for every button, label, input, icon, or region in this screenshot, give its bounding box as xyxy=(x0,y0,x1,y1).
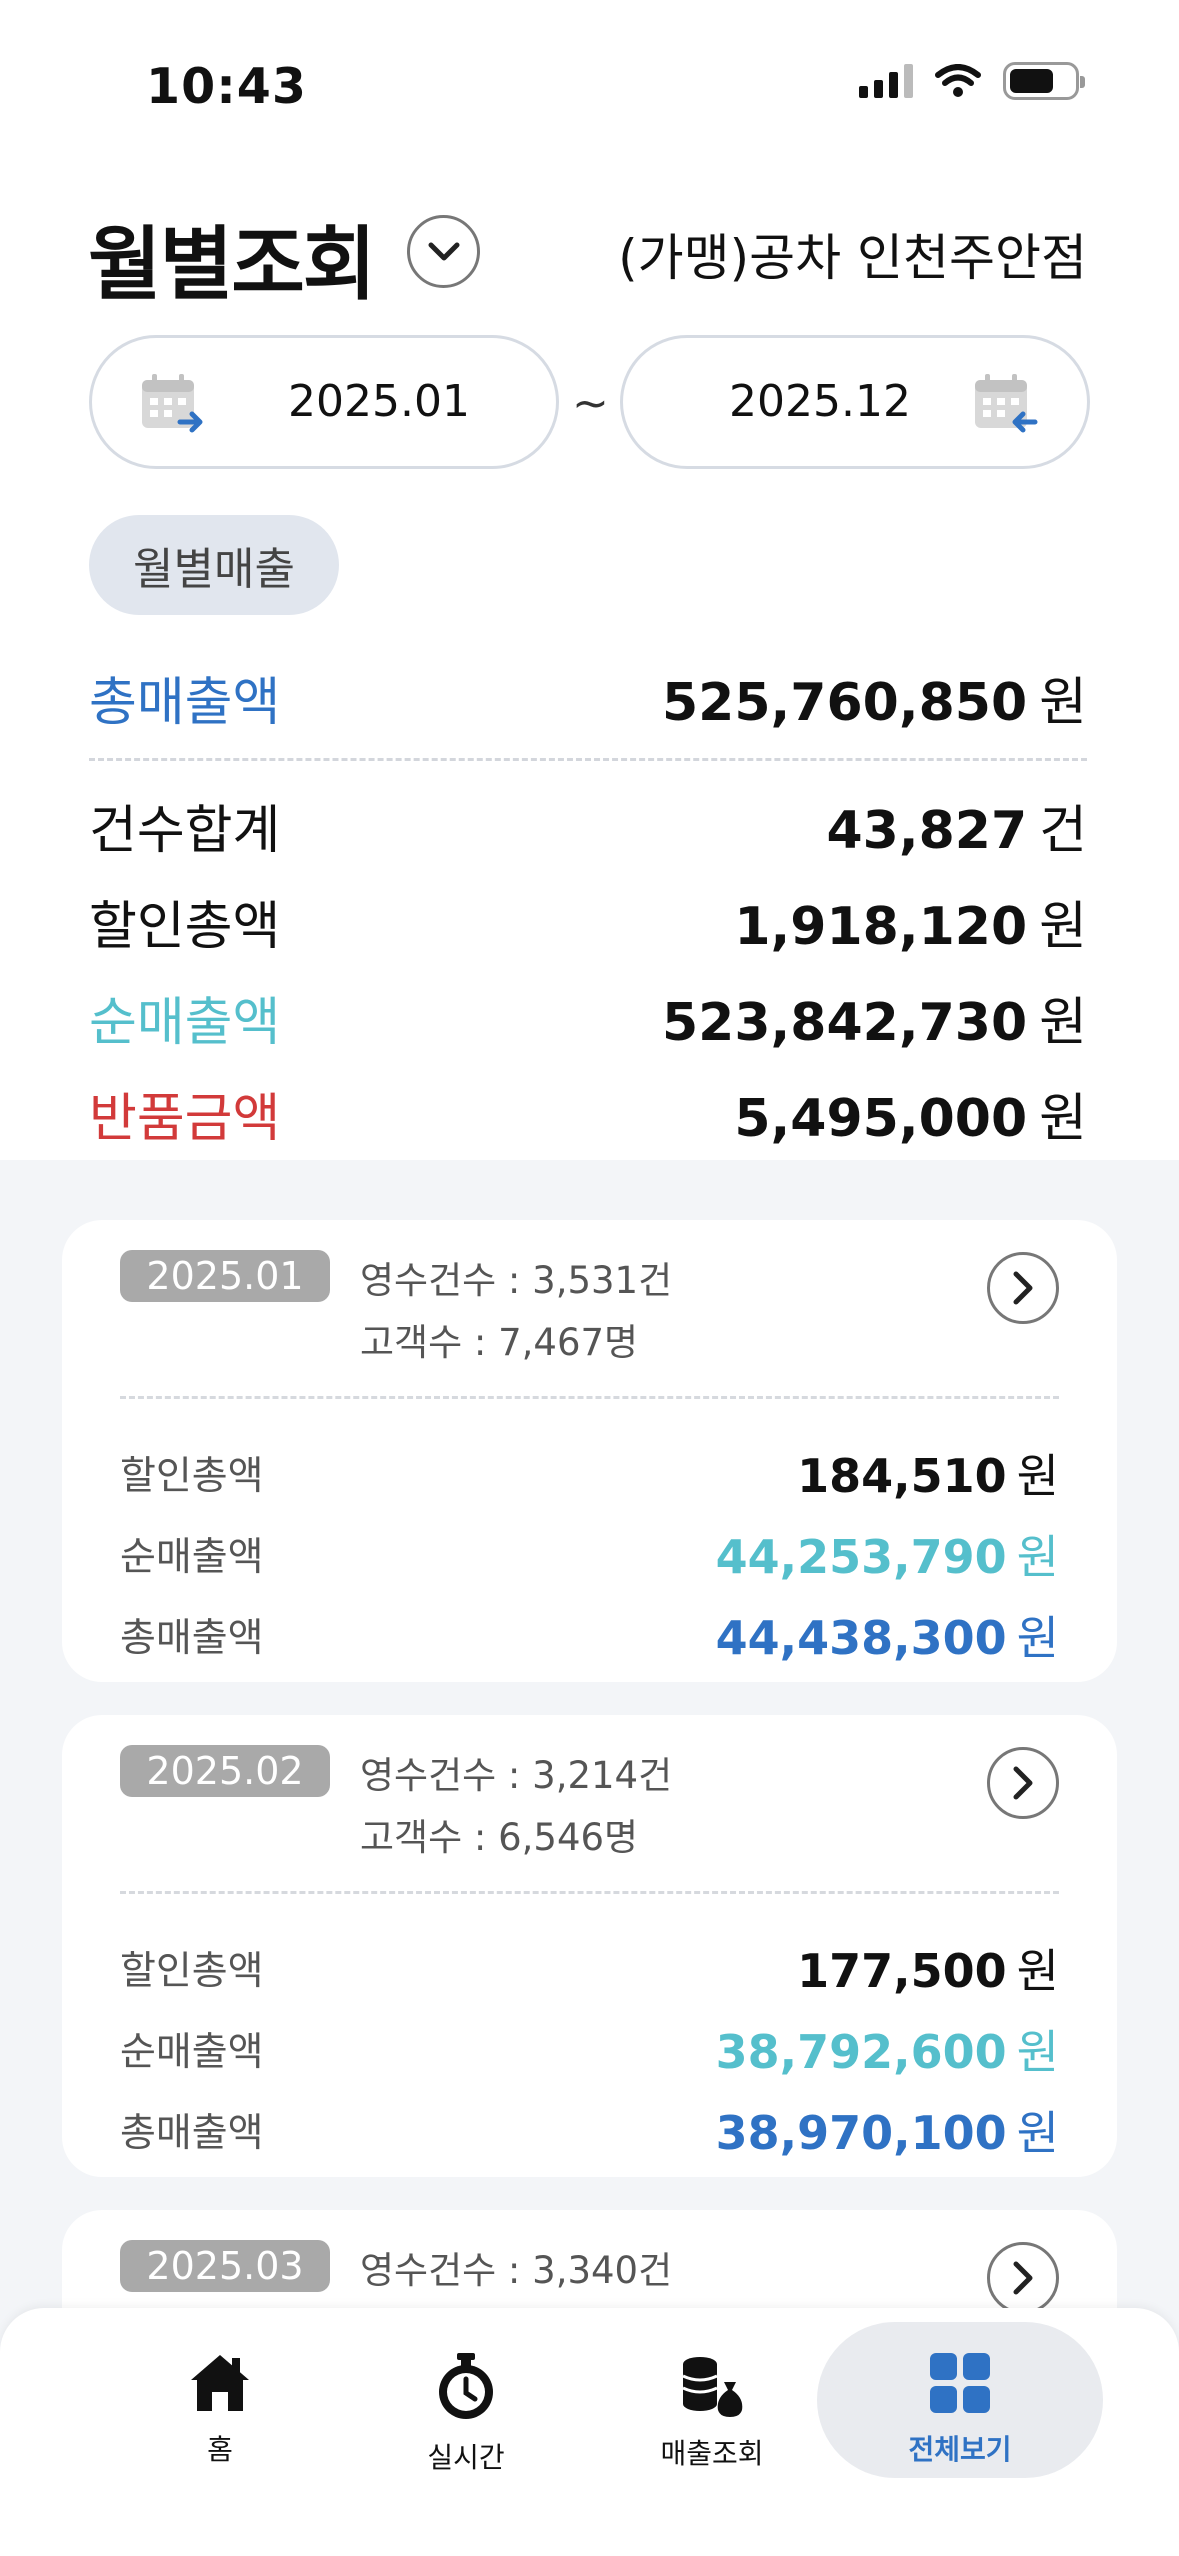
summary-total-sales-label: 총매출액 xyxy=(89,673,281,733)
wifi-icon xyxy=(935,64,981,97)
summary-discount-total: 할인총액 1,918,120 원 xyxy=(89,884,1087,959)
monthly-sales-chip[interactable]: 월별매출 xyxy=(89,515,339,615)
summary-return-amount: 반품금액 5,495,000 원 xyxy=(89,1076,1087,1151)
end-date-picker[interactable]: 2025.12 xyxy=(620,335,1090,469)
summary-total-sales: 총매출액 525,760,850 원 xyxy=(89,660,1087,735)
summary-return-unit: 원 xyxy=(1039,1089,1087,1149)
app-screen: 10:43 월별조회 (가맹)공차 인천주안점 2025.01 ~ 2025.1… xyxy=(0,0,1179,2556)
card-divider xyxy=(120,1396,1059,1399)
card-discount-value: 184,510 xyxy=(797,1449,1007,1503)
summary-return-label: 반품금액 xyxy=(89,1089,281,1149)
nav-all[interactable]: 전체보기 xyxy=(817,2322,1103,2478)
calendar-start-icon xyxy=(142,374,203,433)
card-total-row: 총매출액 44,438,300 원 xyxy=(120,1602,1059,1668)
summary-divider xyxy=(89,758,1087,761)
card-total-row: 총매출액 38,970,100 원 xyxy=(120,2097,1059,2163)
summary-count-label: 건수합계 xyxy=(89,801,281,861)
date-separator: ~ xyxy=(572,378,609,429)
customer-count: 고객수 : 6,546명 xyxy=(360,1816,639,1859)
coins-bag-icon xyxy=(682,2357,743,2417)
title-dropdown-button[interactable] xyxy=(407,215,480,288)
card-discount-value: 177,500 xyxy=(797,1944,1007,1998)
summary-net-label: 순매출액 xyxy=(89,993,281,1053)
receipt-count: 영수건수 : 3,340건 xyxy=(360,2249,673,2292)
nav-sales[interactable]: 매출조회 xyxy=(612,2322,812,2478)
card-net-row: 순매출액 44,253,790 원 xyxy=(120,1521,1059,1587)
summary-discount-value: 1,918,120 xyxy=(734,897,1028,957)
stopwatch-icon xyxy=(439,2353,493,2419)
status-time: 10:43 xyxy=(146,58,307,115)
receipt-count: 영수건수 : 3,214건 xyxy=(360,1754,673,1797)
summary-count-total: 건수합계 43,827 건 xyxy=(89,788,1087,863)
grid-icon xyxy=(930,2353,990,2413)
nav-home-label: 홈 xyxy=(207,2433,233,2466)
month-detail-button[interactable] xyxy=(987,1747,1059,1819)
month-detail-button[interactable] xyxy=(987,2242,1059,2314)
chevron-right-icon xyxy=(1013,1766,1033,1800)
month-card[interactable]: 2025.02 영수건수 : 3,214건 고객수 : 6,546명 할인총액 … xyxy=(62,1715,1117,2177)
card-discount-unit: 원 xyxy=(1016,1944,1059,1998)
summary-discount-label: 할인총액 xyxy=(89,897,281,957)
summary-return-value: 5,495,000 xyxy=(734,1089,1028,1149)
card-total-value: 44,438,300 xyxy=(715,1611,1007,1665)
nav-realtime-label: 실시간 xyxy=(427,2441,505,2474)
card-net-label: 순매출액 xyxy=(120,1535,264,1580)
receipt-count: 영수건수 : 3,531건 xyxy=(360,1259,673,1302)
month-detail-button[interactable] xyxy=(987,1252,1059,1324)
chevron-right-icon xyxy=(1013,2261,1033,2295)
card-net-unit: 원 xyxy=(1016,1530,1059,1584)
chevron-right-icon xyxy=(1013,1271,1033,1305)
card-net-value: 38,792,600 xyxy=(715,2025,1007,2079)
card-total-unit: 원 xyxy=(1016,2106,1059,2160)
chevron-down-icon xyxy=(428,242,459,260)
card-discount-row: 할인총액 177,500 원 xyxy=(120,1935,1059,2001)
summary-net-sales: 순매출액 523,842,730 원 xyxy=(89,980,1087,1055)
store-name[interactable]: (가맹)공차 인천주안점 xyxy=(618,218,1087,290)
month-badge: 2025.02 xyxy=(120,1745,330,1797)
status-icons xyxy=(859,62,1085,100)
card-total-label: 총매출액 xyxy=(120,2111,264,2156)
card-net-value: 44,253,790 xyxy=(715,1530,1007,1584)
end-date-value: 2025.12 xyxy=(729,376,911,427)
calendar-end-icon xyxy=(975,374,1038,433)
nav-realtime[interactable]: 실시간 xyxy=(366,2322,566,2478)
card-total-label: 총매출액 xyxy=(120,1616,264,1661)
nav-home[interactable]: 홈 xyxy=(120,2322,320,2478)
summary-count-unit: 건 xyxy=(1039,801,1087,861)
nav-all-label: 전체보기 xyxy=(908,2433,1012,2466)
card-net-unit: 원 xyxy=(1016,2025,1059,2079)
summary-net-unit: 원 xyxy=(1039,993,1087,1053)
card-discount-label: 할인총액 xyxy=(120,1454,264,1499)
card-divider xyxy=(120,1891,1059,1894)
customer-count: 고객수 : 7,467명 xyxy=(360,1321,639,1364)
page-title: 월별조회 xyxy=(88,218,376,311)
summary-net-value: 523,842,730 xyxy=(662,993,1028,1053)
card-total-unit: 원 xyxy=(1016,1611,1059,1665)
month-badge: 2025.03 xyxy=(120,2240,330,2292)
summary-count-value: 43,827 xyxy=(826,801,1028,861)
bottom-nav: 홈 실시간 매출조회 전체보기 xyxy=(0,2308,1179,2556)
summary-total-sales-unit: 원 xyxy=(1039,673,1087,733)
nav-sales-label: 매출조회 xyxy=(660,2437,764,2470)
card-discount-label: 할인총액 xyxy=(120,1949,264,1994)
start-date-value: 2025.01 xyxy=(288,376,470,427)
summary-total-sales-value: 525,760,850 xyxy=(662,673,1028,733)
card-net-row: 순매출액 38,792,600 원 xyxy=(120,2016,1059,2082)
card-discount-row: 할인총액 184,510 원 xyxy=(120,1440,1059,1506)
month-card[interactable]: 2025.01 영수건수 : 3,531건 고객수 : 7,467명 할인총액 … xyxy=(62,1220,1117,1682)
home-icon xyxy=(191,2355,249,2411)
card-total-value: 38,970,100 xyxy=(715,2106,1007,2160)
battery-icon xyxy=(1003,62,1085,100)
card-net-label: 순매출액 xyxy=(120,2030,264,2075)
month-badge: 2025.01 xyxy=(120,1250,330,1302)
card-discount-unit: 원 xyxy=(1016,1449,1059,1503)
signal-icon xyxy=(859,64,913,98)
start-date-picker[interactable]: 2025.01 xyxy=(89,335,559,469)
summary-discount-unit: 원 xyxy=(1039,897,1087,957)
